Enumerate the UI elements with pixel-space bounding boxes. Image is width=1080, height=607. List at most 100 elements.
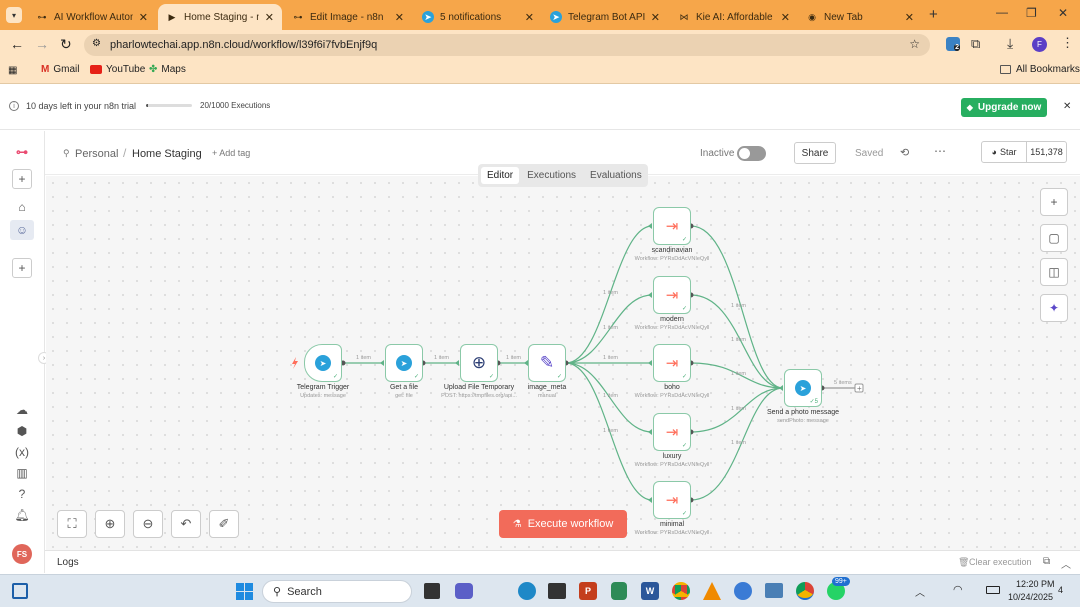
close-icon[interactable]: ✕ <box>139 11 148 24</box>
active-toggle[interactable] <box>737 146 766 161</box>
node-send-photo[interactable]: ➤ ✓5 <box>784 369 822 407</box>
back-icon[interactable]: ← <box>10 36 24 52</box>
upgrade-button[interactable]: ◆ Upgrade now <box>961 98 1047 117</box>
add-node-button[interactable]: + <box>1040 188 1068 216</box>
clock-date[interactable]: 10/24/2025 <box>1008 592 1053 602</box>
close-icon[interactable]: ✕ <box>525 11 534 24</box>
zoom-in-button[interactable]: ⊕ <box>95 510 125 538</box>
node-boho[interactable]: ⇥ ✓ <box>653 344 691 382</box>
node-telegram-trigger[interactable]: ➤ ✓ <box>304 344 342 382</box>
add-tag-button[interactable]: + Add tag <box>212 148 250 158</box>
node-scandinavian[interactable]: ⇥ ✓ <box>653 207 691 245</box>
windows-start-icon[interactable] <box>236 583 253 600</box>
vpn-icon[interactable] <box>734 582 752 600</box>
browser-tab[interactable]: ◉ New Tab ✕ <box>798 4 922 30</box>
add-icon[interactable]: + <box>12 169 32 189</box>
help-icon[interactable]: ? <box>10 484 34 504</box>
history-icon[interactable]: ⟲ <box>900 146 909 159</box>
vlc-icon[interactable] <box>703 582 721 600</box>
insights-icon[interactable]: ▥ <box>10 463 34 483</box>
node-luxury[interactable]: ⇥ ✓ <box>653 413 691 451</box>
store-icon[interactable] <box>548 583 566 599</box>
close-icon[interactable]: ✕ <box>781 11 790 24</box>
user-avatar[interactable]: FS <box>12 544 32 564</box>
wifi-icon[interactable]: ◠ <box>953 583 963 596</box>
url-bar[interactable]: ⚙ pharlowtechai.app.n8n.cloud/workflow/l… <box>84 34 930 56</box>
browser-tab[interactable]: ⊶ Edit Image - n8n ✕ <box>284 4 412 30</box>
tidy-up-button[interactable]: ✐ <box>209 510 239 538</box>
apps-grid-icon[interactable]: ▦ <box>8 65 17 76</box>
browser-tab[interactable]: ⋈Kie AI: Affordable ar✕ <box>670 4 798 30</box>
menu-kebab-icon[interactable]: ⋮ <box>1061 35 1074 51</box>
tab-menu-icon[interactable]: ▾ <box>6 7 22 23</box>
tab-evaluations[interactable]: Evaluations <box>584 167 648 184</box>
clear-execution-button[interactable]: Clear execution <box>969 557 1032 567</box>
close-icon[interactable]: ✕ <box>395 11 404 24</box>
download-icon[interactable]: ⤓ <box>1007 35 1013 52</box>
github-star-button[interactable]: ◕ Star 151,378 <box>981 141 1067 163</box>
notification-count[interactable]: 4 <box>1058 585 1063 595</box>
edge-icon[interactable] <box>518 582 536 600</box>
close-icon[interactable]: ✕ <box>651 11 660 24</box>
tray-chevron-icon[interactable]: ︿ <box>915 584 925 599</box>
sticky-note-button[interactable]: ▢ <box>1040 224 1068 252</box>
maximize-icon[interactable]: ❐ <box>1026 6 1037 20</box>
execute-workflow-button[interactable]: ⚗ Execute workflow <box>499 510 627 538</box>
all-bookmarks[interactable]: All Bookmarks <box>1000 64 1080 75</box>
undo-button[interactable]: ↶ <box>171 510 201 538</box>
chrome-active-icon[interactable] <box>796 582 814 600</box>
security-icon[interactable] <box>611 582 627 600</box>
bookmark-gmail[interactable]: M Gmail <box>41 64 79 75</box>
panel-toggle-button[interactable]: ◫ <box>1040 258 1068 286</box>
node-modern[interactable]: ⇥ ✓ <box>653 276 691 314</box>
extension-icon[interactable]: 2 <box>946 37 960 51</box>
chrome-icon[interactable] <box>672 582 690 600</box>
puzzle-icon[interactable]: ⧉ <box>971 36 980 52</box>
close-window-icon[interactable]: ✕ <box>1058 6 1068 20</box>
personal-icon[interactable]: ☺ <box>10 220 34 240</box>
breadcrumb-personal[interactable]: Personal <box>75 148 118 160</box>
clock-time[interactable]: 12:20 PM <box>1016 579 1055 589</box>
variables-icon[interactable]: (x) <box>10 442 34 462</box>
bookmark-maps[interactable]: ✤ Maps <box>149 64 186 75</box>
logs-bar[interactable]: Logs 🗑︎ Clear execution ⧉ ︿ <box>45 550 1080 573</box>
bookmark-star-icon[interactable]: ☆ <box>909 37 920 51</box>
close-icon[interactable]: ✕ <box>905 11 914 24</box>
new-tab-icon[interactable]: + <box>929 6 938 23</box>
node-upload-file[interactable]: ⊕ ✓ <box>460 344 498 382</box>
site-info-icon[interactable]: ⚙ <box>92 38 101 49</box>
share-button[interactable]: Share <box>794 142 836 164</box>
add-project-icon[interactable]: + <box>12 258 32 278</box>
powerpoint-icon[interactable]: P <box>579 582 597 600</box>
home-icon[interactable]: ⌂ <box>10 197 34 217</box>
chevron-up-icon[interactable]: ︿ <box>1061 556 1071 571</box>
ai-assistant-button[interactable]: ✦ <box>1040 294 1068 322</box>
node-get-file[interactable]: ➤ ✓ <box>385 344 423 382</box>
word-icon[interactable]: W <box>641 582 659 600</box>
browser-tab-active[interactable]: ▶ Home Staging - n ✕ <box>158 4 282 30</box>
node-image-meta[interactable]: ✎ ✓ <box>528 344 566 382</box>
fit-view-button[interactable]: ⛶ <box>57 510 87 538</box>
taskbar-search[interactable]: ⚲ Search <box>262 580 412 603</box>
profile-avatar[interactable]: F <box>1032 37 1047 52</box>
browser-tab[interactable]: ➤ Telegram Bot API ✕ <box>542 4 668 30</box>
task-view-icon[interactable] <box>424 583 440 599</box>
n8n-logo-icon[interactable]: ⊶ <box>10 142 34 162</box>
workflow-title[interactable]: Home Staging <box>132 148 202 160</box>
templates-icon[interactable]: ☁ <box>10 400 34 420</box>
close-banner-icon[interactable]: ✕ <box>1063 101 1071 112</box>
popout-icon[interactable]: ⧉ <box>1043 556 1050 567</box>
battery-icon[interactable] <box>986 586 1000 594</box>
zoom-out-button[interactable]: ⊖ <box>133 510 163 538</box>
bookmark-youtube[interactable]: YouTube <box>90 64 145 75</box>
close-icon[interactable]: ✕ <box>265 11 274 24</box>
minimize-icon[interactable]: — <box>996 5 1008 19</box>
chat-app-icon[interactable] <box>455 583 473 599</box>
widgets-icon[interactable] <box>12 583 28 599</box>
bell-icon[interactable]: 🔔︎ <box>10 505 34 525</box>
tab-executions[interactable]: Executions <box>519 167 584 184</box>
packages-icon[interactable]: ⬢ <box>10 421 34 441</box>
network-app-icon[interactable] <box>765 583 783 598</box>
node-minimal[interactable]: ⇥ ✓ <box>653 481 691 519</box>
more-options-icon[interactable]: ⋯ <box>934 144 946 158</box>
